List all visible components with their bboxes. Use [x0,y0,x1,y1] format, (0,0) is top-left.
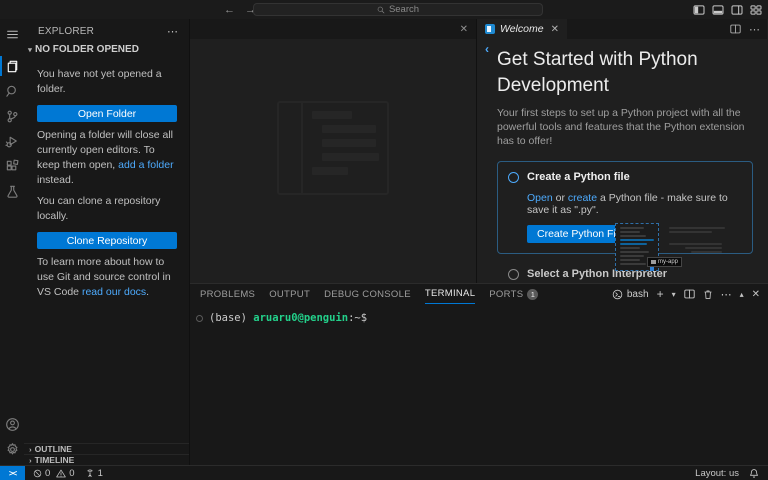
terminal-icon [612,289,623,299]
bottom-panel: PROBLEMS OUTPUT DEBUG CONSOLE TERMINAL P… [190,283,768,465]
debug-icon [4,136,17,147]
explorer-sidebar: EXPLORER ⋯ ▾ NO FOLDER OPENED You have n… [24,19,190,465]
keyboard-layout-status[interactable]: Layout: us [695,468,739,479]
customize-layout-icon[interactable] [750,4,762,15]
close-tab-icon[interactable]: ✕ [551,24,559,35]
terminal-user-host: aruaru0@penguin [253,312,349,324]
git-branch-icon [7,110,17,122]
sidebar-item-search[interactable] [0,79,24,103]
sidebar-item-extensions[interactable] [0,154,24,178]
editor-area: ✕ Welcome ✕ ⋯ ‹ Get Started with Python … [190,19,768,465]
clone-hint: You can clone a repository locally. [37,195,161,222]
chevron-down-icon: ▾ [28,45,33,54]
toggle-panel-icon[interactable] [712,4,724,15]
chevron-right-icon: › [29,455,32,465]
editor-more-actions-icon[interactable]: ⋯ [749,23,760,36]
beaker-icon [6,185,18,198]
outline-section-header[interactable]: › OUTLINE [24,443,189,454]
terminal-content[interactable]: (base) aruaru0@penguin:~$ [190,304,768,324]
folder-icon [651,260,656,264]
activity-bar [0,19,24,465]
walkthrough-description: Your first steps to set up a Python proj… [497,107,745,147]
sidebar-more-actions-icon[interactable]: ⋯ [167,25,179,38]
notifications-bell-icon[interactable] [749,468,759,479]
sidebar-item-run-debug[interactable] [0,129,24,153]
no-folder-section-header[interactable]: ▾ NO FOLDER OPENED [24,42,189,57]
add-folder-link[interactable]: add a folder [118,159,173,171]
thumbnail-tooltip: my-app [647,257,683,267]
sidebar-title: EXPLORER [38,26,95,37]
panel-more-actions-icon[interactable]: ⋯ [721,288,732,301]
editor-group-welcome: Welcome ✕ ⋯ ‹ Get Started with Python De… [477,19,767,283]
panel-tab-output[interactable]: OUTPUT [269,284,310,304]
vscode-window: ← → Search EXPLORER ⋯ ▾ NO FOLDER OPENED… [0,0,768,480]
toggle-sidebar-icon[interactable] [693,4,705,15]
problems-status[interactable]: 0 0 [33,468,75,479]
docs-hint: To learn more about how to use Git and s… [37,256,171,298]
step-radio-unchecked[interactable] [508,268,519,280]
panel-tab-ports[interactable]: PORTS 1 [489,284,539,304]
status-bar: >< 0 0 1 Layout: us [0,465,768,480]
panel-header: PROBLEMS OUTPUT DEBUG CONSOLE TERMINAL P… [190,284,768,304]
nav-back-icon[interactable]: ← [224,4,235,16]
ports-badge: 1 [527,288,539,300]
title-bar: ← → Search [0,0,768,19]
timeline-section-header[interactable]: › TIMELINE [24,454,189,465]
search-placeholder: Search [388,4,420,15]
open-file-link[interactable]: Open [527,192,553,204]
new-terminal-icon[interactable]: + [657,287,664,301]
accounts-icon[interactable] [0,412,24,436]
editor-watermark [277,101,389,195]
split-terminal-icon[interactable] [683,289,695,299]
tab-bar-left: ✕ [190,19,476,39]
step-description: Open or create a Python file - make sure… [527,192,728,216]
open-folder-hint: Opening a folder will close all currentl… [37,129,174,186]
error-icon [33,469,42,477]
search-icon [5,85,16,97]
radio-tower-icon [87,469,93,477]
welcome-page-icon [485,24,495,34]
tab-welcome[interactable]: Welcome ✕ [477,19,567,39]
split-editor-icon[interactable] [730,24,741,34]
walkthrough-thumbnail: my-app [587,221,739,273]
walkthrough-title: Get Started with Python Development [497,49,698,96]
close-group-icon[interactable]: ✕ [460,19,468,39]
close-panel-icon[interactable]: ✕ [752,289,760,300]
clone-repository-button[interactable]: Clone Repository [37,232,177,249]
panel-tab-debug-console[interactable]: DEBUG CONSOLE [324,284,411,304]
terminal-dropdown-icon[interactable]: ▾ [672,290,676,299]
extensions-icon [6,159,18,170]
create-file-link[interactable]: create [568,192,597,204]
remote-indicator[interactable]: >< [0,465,25,480]
warning-icon [56,469,67,477]
no-folder-text: You have not yet opened a folder. [37,68,162,95]
command-center-search[interactable]: Search [253,3,543,16]
forwarded-ports-status[interactable]: 1 [85,468,103,479]
menu-icon[interactable] [0,22,24,46]
read-docs-link[interactable]: read our docs [82,286,146,298]
thumbnail-cursor [650,267,654,271]
settings-gear-icon[interactable] [0,437,24,461]
files-icon [7,60,17,72]
search-icon [377,6,385,13]
back-chevron-icon[interactable]: ‹ [485,42,489,56]
panel-tab-terminal[interactable]: TERMINAL [424,284,476,304]
python-walkthrough: ‹ Get Started with Python Development Yo… [477,39,767,283]
editor-group-empty: ✕ [190,19,477,283]
open-folder-button[interactable]: Open Folder [37,105,177,122]
panel-tab-problems[interactable]: PROBLEMS [200,284,255,304]
toggle-secondary-sidebar-icon[interactable] [731,4,743,15]
maximize-panel-icon[interactable]: ▴ [740,290,744,299]
sidebar-item-source-control[interactable] [0,104,24,128]
sidebar-item-explorer[interactable] [0,54,24,78]
command-decoration-icon [196,314,203,322]
sidebar-item-testing[interactable] [0,179,24,203]
terminal-prompt: (base) aruaru0@penguin:~$ [209,312,368,324]
tab-bar-right: Welcome ✕ ⋯ [477,19,767,39]
chevron-right-icon: › [29,444,32,454]
step-radio-unchecked[interactable] [508,171,519,183]
terminal-profile[interactable]: bash [612,289,649,300]
thumbnail-text-graphic [669,227,731,255]
kill-terminal-icon[interactable] [703,289,713,300]
